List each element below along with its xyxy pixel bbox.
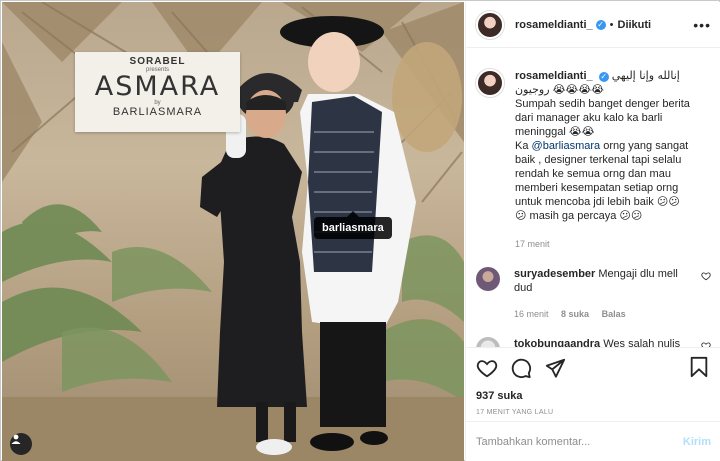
post-photo[interactable]: SORABEL presents ASMARA by BARLIASMARA b… — [2, 2, 464, 461]
sign-title: ASMARA — [94, 71, 221, 102]
comment-body: Wes salah nulis — [603, 338, 681, 347]
comment-item: tokobungaandra Wes salah nulis — [476, 337, 711, 347]
caption-emoji-3: 😕😕 — [656, 196, 680, 208]
post-actions: 937 suka 17 MENIT YANG LALU — [466, 347, 720, 417]
verified-badge-icon: ✓ — [595, 19, 606, 30]
person-icon — [11, 434, 21, 444]
brand-sign: SORABEL presents ASMARA by BARLIASMARA — [75, 52, 240, 132]
caption-text-3: masih ga percaya — [529, 210, 617, 222]
post-header: rosameldianti_ ✓ • Diikuti ••• — [466, 2, 720, 48]
commenter-username[interactable]: tokobungaandra — [514, 338, 600, 347]
share-button[interactable] — [544, 357, 566, 379]
caption-emoji-1: 😭😭😭😭 — [552, 84, 604, 96]
comment-time[interactable]: 16 menit — [514, 309, 549, 319]
heart-icon — [476, 360, 498, 378]
caption-avatar[interactable] — [476, 69, 504, 97]
bookmark-icon — [690, 356, 708, 378]
comment-input[interactable] — [476, 435, 683, 448]
caption-text: rosameldianti_ ✓ إنالله وإنا إليهي روجيو… — [515, 69, 705, 251]
sign-brand: SORABEL — [129, 56, 186, 67]
comment-text: tokobungaandra Wes salah nulis — [514, 337, 694, 347]
action-icons — [476, 356, 711, 380]
save-button[interactable] — [689, 356, 709, 383]
comment-like-icon[interactable] — [701, 271, 711, 281]
author-username[interactable]: rosameldianti_ — [515, 19, 593, 31]
author-avatar[interactable] — [476, 10, 504, 39]
caption-meta: 17 menit — [515, 237, 705, 251]
reply-button[interactable]: Balas — [602, 309, 626, 319]
post-timestamp[interactable]: 17 MENIT YANG LALU — [476, 409, 711, 416]
like-button[interactable] — [476, 357, 498, 379]
comment-button[interactable] — [510, 357, 532, 379]
caption-username[interactable]: rosameldianti_ — [515, 70, 593, 82]
post-sidebar: rosameldianti_ ✓ • Diikuti ••• rosameldi… — [465, 2, 720, 461]
comment-meta: 16 menit 8 suka Balas — [514, 307, 694, 321]
post-frame: SORABEL presents ASMARA by BARLIASMARA b… — [0, 0, 720, 461]
caption-emoji-2: 😭😭 — [568, 126, 595, 138]
photo-user-tag[interactable]: barliasmara — [314, 211, 392, 239]
caption-mention-link[interactable]: @barliasmara — [532, 140, 601, 152]
post-comment-button[interactable]: Kirim — [683, 436, 711, 448]
tagged-users-button[interactable] — [10, 433, 32, 455]
paper-plane-icon — [545, 358, 566, 378]
comment-likes[interactable]: 8 suka — [561, 309, 589, 319]
following-button[interactable]: Diikuti — [618, 19, 652, 31]
caption: rosameldianti_ ✓ إنالله وإنا إليهي روجيو… — [476, 69, 711, 251]
commenter-avatar[interactable] — [476, 337, 500, 347]
comment-bubble-icon — [511, 358, 532, 379]
caption-emoji-4: 😕 — [515, 210, 527, 222]
verified-badge-icon: ✓ — [598, 72, 609, 82]
comment-item: suryadesember Mengaji dlu mell dud 16 me… — [476, 267, 711, 321]
more-options-icon[interactable]: ••• — [693, 17, 711, 33]
commenter-username[interactable]: suryadesember — [514, 268, 595, 280]
caption-text-2-prefix: Ka — [515, 140, 529, 152]
commenter-avatar[interactable] — [476, 267, 500, 291]
header-separator: • — [609, 18, 614, 31]
comment-text: suryadesember Mengaji dlu mell dud 16 me… — [514, 267, 694, 321]
comments-list[interactable]: rosameldianti_ ✓ إنالله وإنا إليهي روجيو… — [466, 49, 720, 347]
likes-count[interactable]: 937 suka — [476, 390, 711, 402]
caption-text-1: Sumpah sedih banget denger berita dari m… — [515, 98, 690, 138]
caption-emoji-5: 😕😕 — [619, 210, 643, 222]
sign-designer: BARLIASMARA — [112, 106, 203, 118]
add-comment-bar: Kirim — [466, 421, 720, 461]
caption-time[interactable]: 17 menit — [515, 239, 550, 249]
